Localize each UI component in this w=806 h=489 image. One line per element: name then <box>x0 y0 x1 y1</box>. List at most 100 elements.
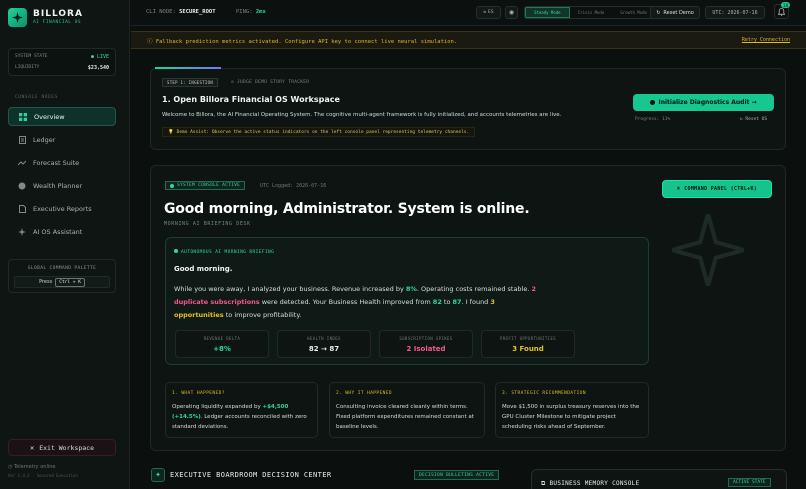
boardroom-icon: ✦ <box>151 468 165 482</box>
telemetry-text: Telemetry online <box>13 464 56 470</box>
briefing-text-part: . I found <box>461 298 491 306</box>
liquidity-value: $23,540 <box>87 65 109 71</box>
metric-label: HEALTH INDEX <box>307 336 341 341</box>
sidebar-item-label: Forecast Suite <box>33 158 80 167</box>
story-progress: Progress: 11% <box>635 117 671 122</box>
cli-node-value: SECURE_ROOT <box>179 9 216 15</box>
notification-count: 18 <box>781 2 790 8</box>
insight-body: Operating liquidity expanded by +$4,500 … <box>172 402 311 432</box>
reset-demo-button[interactable]: ↻ Reset Demo <box>650 6 700 19</box>
demo-assist-text: Demo Assist: Observe the active status i… <box>176 129 470 135</box>
duplicate-count: 2 <box>531 285 537 293</box>
palette-shortcut: Press Ctrl + K <box>14 276 110 288</box>
command-icon: ⌘ <box>676 186 681 192</box>
sidebar-item-label: Overview <box>34 112 65 121</box>
sidebar-item-assistant[interactable]: AI OS Assistant <box>8 222 116 241</box>
insight-text: Operating liquidity expanded by <box>172 404 263 410</box>
refresh-icon: ↻ <box>656 9 661 16</box>
command-palette-hint[interactable]: GLOBAL COMMAND PALETTE Press Ctrl + K <box>8 259 116 293</box>
tracker-text: JUDGE DEMO STORY TRACKER <box>237 80 310 85</box>
metric-label: SUBSCRIPTION SPIKES <box>399 336 453 341</box>
story-title: 1. Open Billora Financial OS Workspace <box>162 95 340 104</box>
opportunities-label: opportunities <box>174 311 224 319</box>
warning-icon: ⓘ <box>147 39 156 45</box>
metric-label: REVENUE DELTA <box>203 336 241 341</box>
briefing-text: While you were away, I analyzed your bus… <box>174 283 634 322</box>
section-label: CONSOLE NODES <box>15 95 59 100</box>
status-dot-icon <box>174 249 178 253</box>
briefing-text-part: to <box>441 298 453 306</box>
language-toggle[interactable]: ⇆ ES <box>476 6 501 19</box>
memory-title: ⧉ BUSINESS MEMORY CONSOLE <box>541 480 639 488</box>
sparkle-logo-icon <box>12 12 23 23</box>
ping-value: 2ms <box>255 9 266 15</box>
insight-title: 3. STRATEGIC RECOMMENDATION <box>502 391 586 396</box>
sidebar-item-forecast[interactable]: Forecast Suite <box>8 153 116 172</box>
palette-title: GLOBAL COMMAND PALETTE <box>27 266 97 271</box>
reset-os-label: Reset OS <box>745 117 768 122</box>
insight-title: 1. WHAT HAPPENED? <box>172 391 225 396</box>
sidebar-item-label: Wealth Planner <box>33 181 83 190</box>
utc-date: UTC: 2026-07-16 <box>705 6 765 19</box>
metric-health-index: HEALTH INDEX 82 → 87 <box>277 330 371 358</box>
initialize-audit-button[interactable]: Initialize Diagnostics Audit → <box>633 94 774 111</box>
revenue-pct: 8% <box>405 285 417 293</box>
insight-recommendation: 3. STRATEGIC RECOMMENDATION Move $1,500 … <box>495 382 649 438</box>
reset-demo-label: Reset Demo <box>663 9 694 16</box>
theme-toggle[interactable]: ◉ <box>505 6 518 19</box>
sidebar-item-overview[interactable]: Overview <box>8 107 116 126</box>
mode-growth[interactable]: Growth Mode <box>612 7 655 18</box>
metric-revenue-delta: REVENUE DELTA +8% <box>175 330 269 358</box>
grid-icon <box>19 112 27 121</box>
story-body: Welcome to Billora, the AI Financial Ope… <box>162 112 562 118</box>
briefing-text-part: While you were away, I analyzed your bus… <box>174 285 406 293</box>
retry-connection-link[interactable]: Retry Connection <box>742 37 790 43</box>
sidebar-item-wealth[interactable]: Wealth Planner <box>8 176 116 195</box>
insight-body: Consulting invoice cleared cleanly withi… <box>336 404 474 430</box>
palette-key: Ctrl + K <box>55 277 85 287</box>
ping-label: PING: <box>236 9 253 15</box>
health-to: 87 <box>452 298 462 306</box>
translate-icon: ⇆ <box>483 10 487 15</box>
insight-what-happened: 1. WHAT HAPPENED? Operating liquidity ex… <box>165 382 318 438</box>
system-state-panel: SYSTEM STATE ● LIVE LIQUIDITY $23,540 <box>8 48 116 76</box>
sidebar-item-reports[interactable]: Executive Reports <box>8 199 116 218</box>
mode-switcher[interactable]: Steady Mode Crisis Mode Growth Mode <box>524 6 656 19</box>
mode-steady[interactable]: Steady Mode <box>525 7 570 18</box>
status-dot-icon <box>650 100 656 105</box>
sparkle-icon <box>18 227 26 236</box>
sidebar-item-ledger[interactable]: Ledger <box>8 130 116 149</box>
metric-label: PROFIT OPPORTUNITIES <box>499 336 557 341</box>
telemetry-status: ◷ Telemetry online <box>8 464 55 470</box>
briefing-text-part: to improve profitability. <box>223 311 302 319</box>
story-tracker-label: ⊘ JUDGE DEMO STORY TRACKER <box>231 80 309 85</box>
briefing-text-part: were detected. Your Business Health impr… <box>259 298 433 306</box>
bulb-icon: 💡 <box>168 129 174 135</box>
database-icon: ⧉ <box>541 480 550 487</box>
trend-icon <box>18 159 26 167</box>
reset-os-button[interactable]: ↻ Reset OS <box>740 117 767 122</box>
demo-assist: 💡 Demo Assist: Observe the active status … <box>162 127 476 137</box>
duplicate-subscriptions: duplicate subscriptions <box>174 298 260 306</box>
exit-workspace-button[interactable]: ✕ Exit Workspace <box>8 439 116 456</box>
story-progress-bar <box>155 67 221 69</box>
metric-value: +8% <box>213 345 231 353</box>
mode-crisis[interactable]: Crisis Mode <box>570 7 613 18</box>
initialize-audit-label: Initialize Diagnostics Audit → <box>658 99 757 106</box>
insight-title: 2. WHY IT HAPPENED <box>336 391 392 396</box>
sparkle-watermark-icon <box>672 214 744 286</box>
logo <box>8 8 27 27</box>
status-dot-icon <box>170 183 174 188</box>
fallback-banner: ⓘ Fallback prediction metrics activated.… <box>131 31 806 49</box>
briefing-header: AUTONOMOUS AI MORNING BRIEFING <box>174 249 274 255</box>
liquidity-label: LIQUIDITY <box>15 65 40 70</box>
language-label: ES <box>488 10 494 15</box>
memory-title-text: BUSINESS MEMORY CONSOLE <box>549 480 640 487</box>
file-icon <box>18 204 26 213</box>
briefing-text-part: . Operating costs remained stable. <box>416 285 532 293</box>
brand-subtitle: AI FINANCIAL OS <box>33 20 82 25</box>
command-panel-button[interactable]: ⌘ COMMAND PANEL (CTRL+K) <box>662 180 772 198</box>
top-bar: CLI NODE: SECURE_ROOT PING: 2ms ⇆ ES ◉ St… <box>131 0 806 26</box>
insight-body: Move $1,500 in surplus treasury reserves… <box>502 404 640 430</box>
brand-name: BILLORA <box>33 9 83 19</box>
